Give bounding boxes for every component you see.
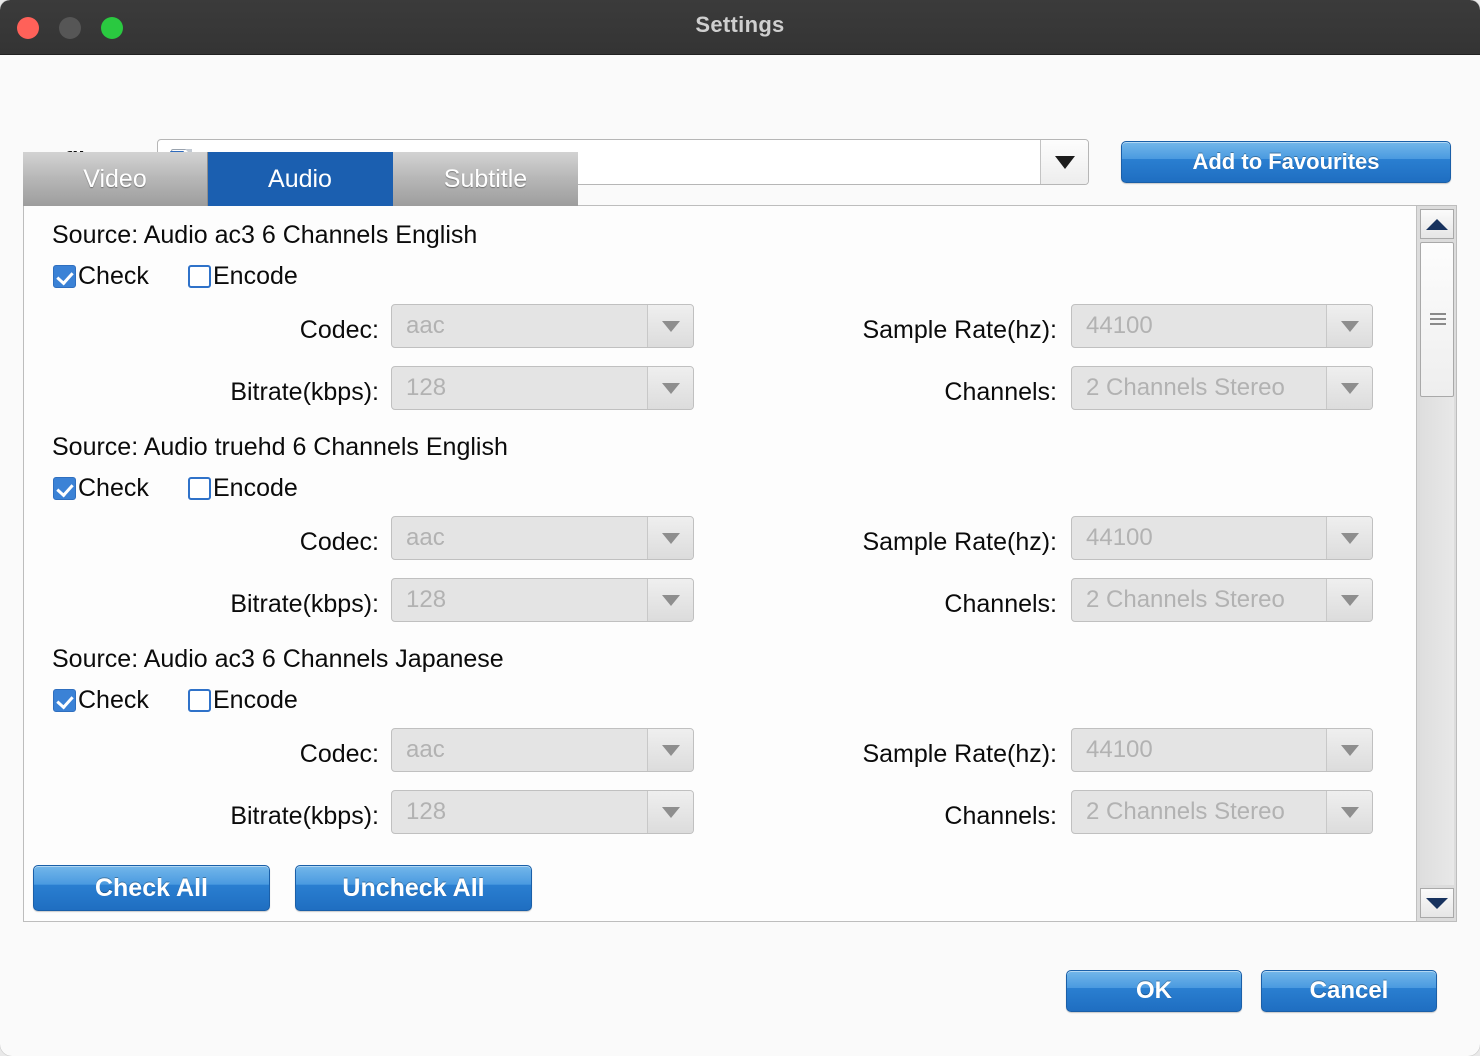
- panel-footer: Check All Uncheck All: [24, 859, 1416, 921]
- channels-value: 2 Channels Stereo: [1086, 374, 1285, 401]
- scrollbar-grip-icon: [1430, 313, 1446, 325]
- channels-dropdown[interactable]: 2 Channels Stereo: [1071, 790, 1373, 834]
- sample-rate-value: 44100: [1086, 312, 1153, 339]
- sample-rate-value: 44100: [1086, 736, 1153, 763]
- tab-video[interactable]: Video: [23, 152, 208, 206]
- chevron-down-icon[interactable]: [647, 729, 693, 771]
- bitrate-value: 128: [406, 586, 447, 613]
- chevron-down-icon[interactable]: [1326, 729, 1372, 771]
- add-to-favourites-button[interactable]: Add to Favourites: [1121, 141, 1451, 183]
- track-check-toggle[interactable]: Check: [53, 474, 149, 503]
- track-check-toggle[interactable]: Check: [53, 262, 149, 291]
- encode-label: Encode: [213, 474, 298, 502]
- check-all-button[interactable]: Check All: [33, 865, 270, 911]
- settings-tabs: Video Audio Subtitle: [23, 152, 578, 206]
- scrollbar-track[interactable]: [1420, 242, 1454, 885]
- chevron-down-icon[interactable]: [1326, 367, 1372, 409]
- bitrate-value: 128: [406, 374, 447, 401]
- channels-value: 2 Channels Stereo: [1086, 798, 1285, 825]
- scroll-down-arrow-icon[interactable]: [1420, 888, 1454, 918]
- chevron-down-icon[interactable]: [1326, 791, 1372, 833]
- bitrate-dropdown[interactable]: 128: [391, 366, 694, 410]
- track-source-label: Source: Audio ac3 6 Channels English: [52, 221, 478, 249]
- sample-rate-label: Sample Rate(hz):: [862, 528, 1057, 556]
- bitrate-dropdown[interactable]: 128: [391, 790, 694, 834]
- bitrate-label: Bitrate(kbps):: [230, 590, 379, 618]
- codec-dropdown[interactable]: aac: [391, 728, 694, 772]
- sample-rate-dropdown[interactable]: 44100: [1071, 516, 1373, 560]
- track-encode-toggle[interactable]: Encode: [188, 262, 298, 291]
- codec-dropdown[interactable]: aac: [391, 304, 694, 348]
- codec-label: Codec:: [299, 528, 379, 556]
- sample-rate-dropdown[interactable]: 44100: [1071, 304, 1373, 348]
- window-titlebar: Settings: [0, 0, 1480, 55]
- chevron-down-icon[interactable]: [1326, 579, 1372, 621]
- codec-dropdown[interactable]: aac: [391, 516, 694, 560]
- track-source-label: Source: Audio ac3 6 Channels Japanese: [52, 645, 504, 673]
- sample-rate-label: Sample Rate(hz):: [862, 316, 1057, 344]
- track-check-toggle[interactable]: Check: [53, 686, 149, 715]
- codec-label: Codec:: [299, 316, 379, 344]
- chevron-down-icon[interactable]: [1326, 305, 1372, 347]
- chevron-down-icon[interactable]: [647, 517, 693, 559]
- encode-checkbox[interactable]: [188, 689, 211, 712]
- bitrate-dropdown[interactable]: 128: [391, 578, 694, 622]
- chevron-down-icon[interactable]: [647, 367, 693, 409]
- channels-label: Channels:: [944, 590, 1057, 618]
- check-checkbox[interactable]: [53, 689, 76, 712]
- encode-label: Encode: [213, 686, 298, 714]
- cancel-button[interactable]: Cancel: [1261, 970, 1437, 1012]
- bitrate-value: 128: [406, 798, 447, 825]
- uncheck-all-button[interactable]: Uncheck All: [295, 865, 532, 911]
- encode-checkbox[interactable]: [188, 265, 211, 288]
- encode-checkbox[interactable]: [188, 477, 211, 500]
- channels-dropdown[interactable]: 2 Channels Stereo: [1071, 366, 1373, 410]
- channels-label: Channels:: [944, 378, 1057, 406]
- track-source-label: Source: Audio truehd 6 Channels English: [52, 433, 508, 461]
- codec-value: aac: [406, 312, 445, 339]
- vertical-scrollbar[interactable]: [1416, 206, 1456, 921]
- track-encode-toggle[interactable]: Encode: [188, 474, 298, 503]
- chevron-down-icon[interactable]: [1326, 517, 1372, 559]
- channels-dropdown[interactable]: 2 Channels Stereo: [1071, 578, 1373, 622]
- bitrate-label: Bitrate(kbps):: [230, 802, 379, 830]
- chevron-down-icon[interactable]: [647, 791, 693, 833]
- codec-label: Codec:: [299, 740, 379, 768]
- check-label: Check: [78, 474, 149, 502]
- tab-audio[interactable]: Audio: [208, 152, 393, 206]
- audio-tracks-scroll-area: Source: Audio ac3 6 Channels English Che…: [24, 206, 1416, 921]
- scroll-up-arrow-icon[interactable]: [1420, 209, 1454, 239]
- audio-tracks-panel: Source: Audio ac3 6 Channels English Che…: [23, 205, 1457, 922]
- ok-button[interactable]: OK: [1066, 970, 1242, 1012]
- check-checkbox[interactable]: [53, 265, 76, 288]
- check-label: Check: [78, 686, 149, 714]
- settings-window: Settings Profile: MKV Lossless Multi-tra…: [0, 0, 1480, 1056]
- codec-value: aac: [406, 736, 445, 763]
- codec-value: aac: [406, 524, 445, 551]
- track-encode-toggle[interactable]: Encode: [188, 686, 298, 715]
- chevron-down-icon[interactable]: [647, 579, 693, 621]
- sample-rate-label: Sample Rate(hz):: [862, 740, 1057, 768]
- sample-rate-dropdown[interactable]: 44100: [1071, 728, 1373, 772]
- chevron-down-icon[interactable]: [1040, 140, 1088, 184]
- tab-subtitle[interactable]: Subtitle: [393, 152, 578, 206]
- check-label: Check: [78, 262, 149, 290]
- channels-value: 2 Channels Stereo: [1086, 586, 1285, 613]
- bitrate-label: Bitrate(kbps):: [230, 378, 379, 406]
- chevron-down-icon[interactable]: [647, 305, 693, 347]
- sample-rate-value: 44100: [1086, 524, 1153, 551]
- scrollbar-thumb[interactable]: [1420, 242, 1454, 397]
- check-checkbox[interactable]: [53, 477, 76, 500]
- encode-label: Encode: [213, 262, 298, 290]
- profile-row: Profile: MKV Lossless Multi-track Add to…: [0, 55, 1480, 185]
- window-title: Settings: [695, 12, 785, 37]
- channels-label: Channels:: [944, 802, 1057, 830]
